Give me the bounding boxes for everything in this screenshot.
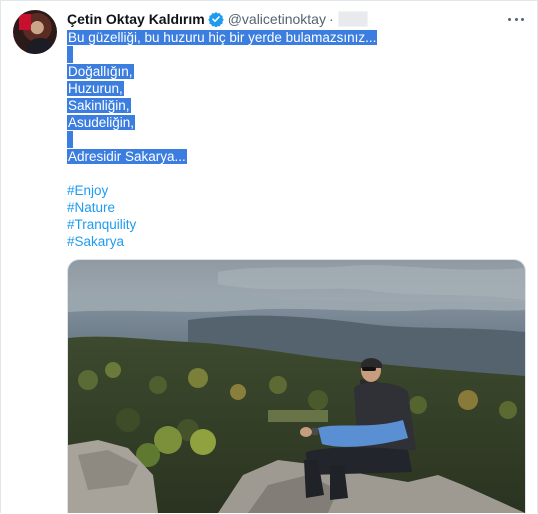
tweet-line-text: Adresidir Sakarya...: [67, 149, 187, 164]
tweet-header: Çetin Oktay Kaldırım @valicetinoktay ·: [67, 10, 368, 28]
tweet-line: Huzurun,: [67, 80, 517, 97]
tweet-blank-line: [67, 46, 517, 63]
author-display-name[interactable]: Çetin Oktay Kaldırım: [67, 11, 205, 27]
author-handle[interactable]: @valicetinoktay: [228, 11, 326, 27]
tweet-line: Doğallığın,: [67, 63, 517, 80]
hashtag-list: #Enjoy #Nature #Tranquility #Sakarya: [67, 182, 136, 250]
avatar-figure: [27, 38, 53, 54]
tweet-line-text: Doğallığın,: [67, 64, 134, 79]
tweet-photo[interactable]: [67, 259, 526, 513]
tweet-text: Bu güzelliği, bu huzuru hiç bir yerde bu…: [67, 29, 517, 165]
tweet-line-text: Asudeliğin,: [67, 115, 136, 130]
tweet-line: Bu güzelliği, bu huzuru hiç bir yerde bu…: [67, 29, 517, 46]
hashtag-link[interactable]: #Sakarya: [67, 233, 136, 250]
hashtag-link[interactable]: #Tranquility: [67, 216, 136, 233]
timestamp-redacted: [337, 11, 368, 27]
verified-badge-icon: [207, 11, 224, 28]
tweet-line: Adresidir Sakarya...: [67, 148, 517, 165]
tweet-line-text: Sakinliğin,: [67, 98, 131, 113]
tweet-line: Asudeliğin,: [67, 114, 517, 131]
flag-decoration: [19, 14, 31, 30]
landscape-photo: [68, 260, 525, 513]
hashtag-link[interactable]: #Enjoy: [67, 182, 136, 199]
more-options-icon[interactable]: [508, 11, 524, 27]
author-avatar[interactable]: [13, 10, 57, 54]
tweet-line-text: Bu güzelliği, bu huzuru hiç bir yerde bu…: [67, 30, 378, 45]
tweet-line-text: Huzurun,: [67, 81, 124, 96]
header-separator: ·: [328, 11, 334, 27]
tweet-blank-line: [67, 131, 517, 148]
tweet-line: Sakinliğin,: [67, 97, 517, 114]
hashtag-link[interactable]: #Nature: [67, 199, 136, 216]
